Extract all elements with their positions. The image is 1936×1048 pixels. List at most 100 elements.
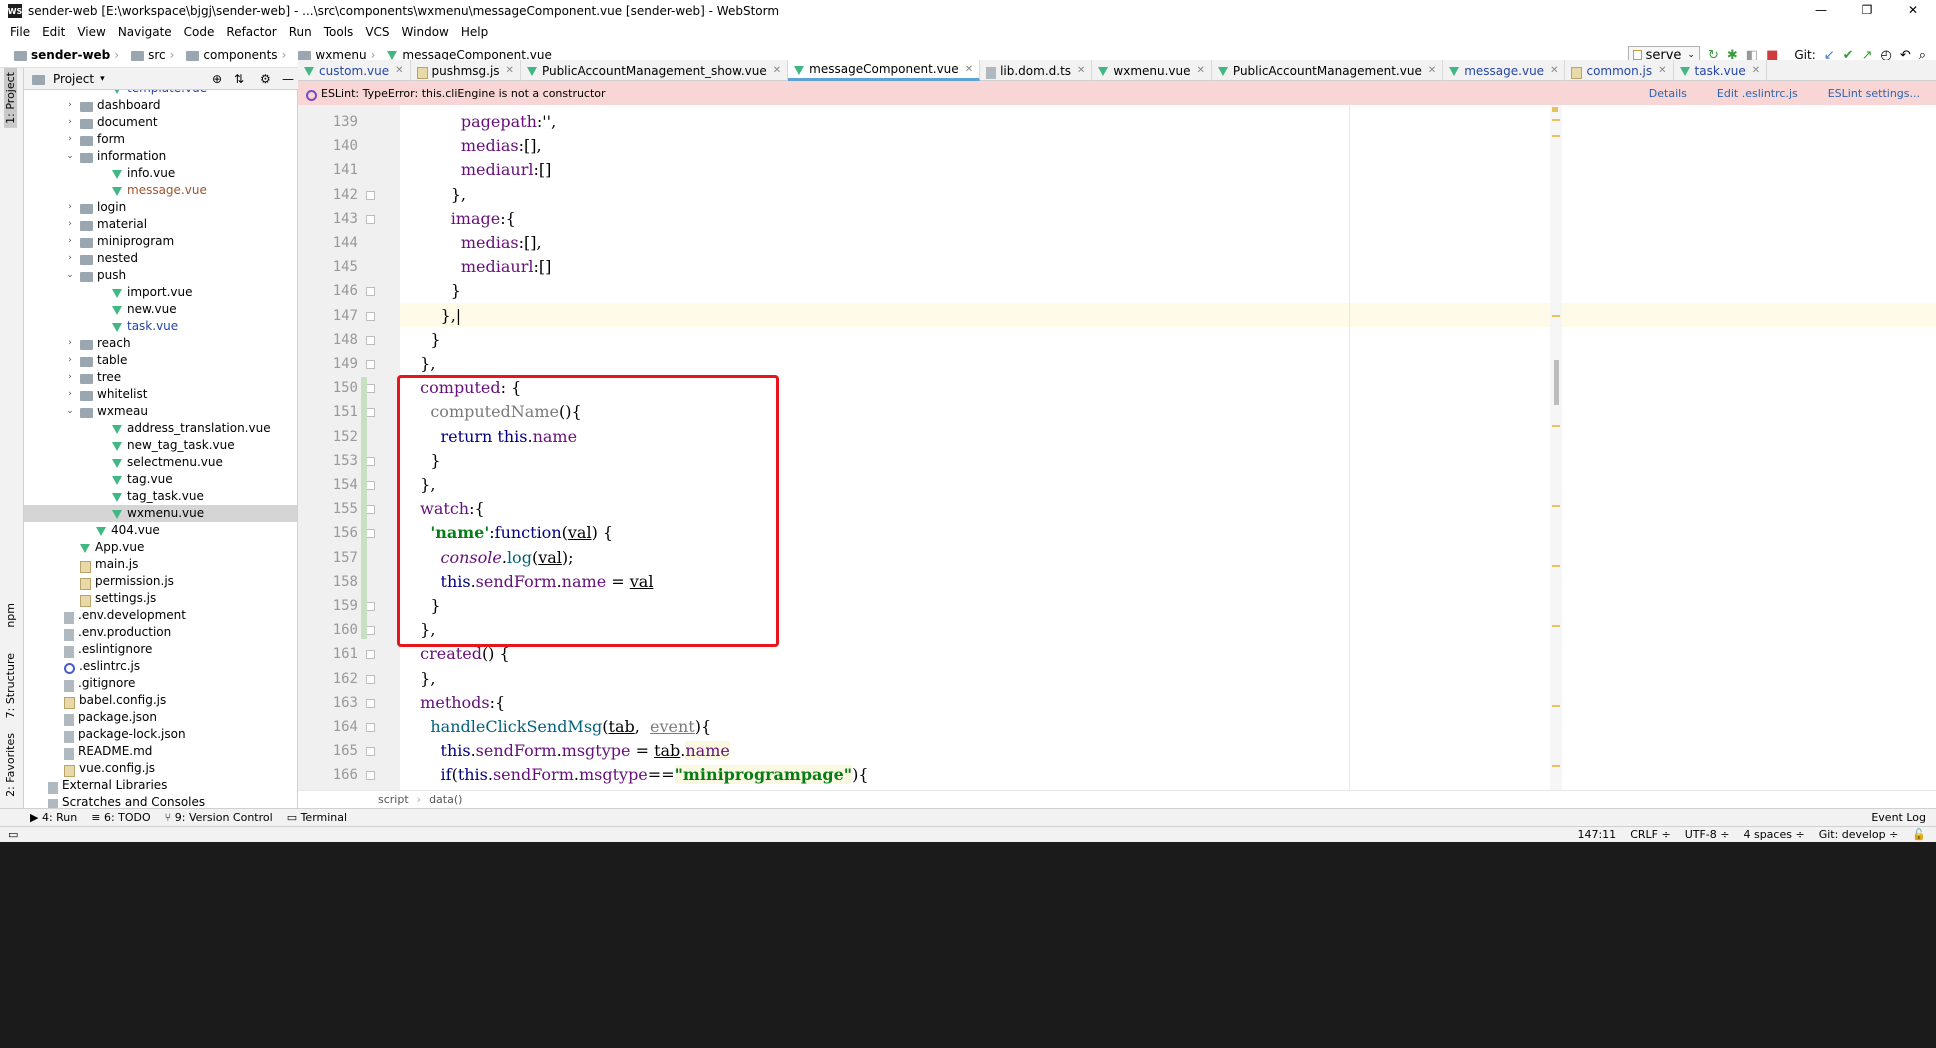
tree-file[interactable]: message.vue — [24, 182, 297, 199]
tree-folder[interactable]: › document — [24, 114, 297, 131]
close-tab-icon[interactable]: ✕ — [965, 64, 973, 75]
favorites-tool-tab[interactable]: 2: Favorites — [4, 733, 17, 797]
line-number[interactable]: 166 — [298, 763, 358, 787]
tree-file[interactable]: tag.vue — [24, 471, 297, 488]
git-branch[interactable]: Git: develop ÷ — [1819, 828, 1899, 841]
fold-marker-icon[interactable] — [366, 311, 375, 321]
fold-marker-icon[interactable] — [366, 650, 375, 660]
vcs-change-marker[interactable] — [361, 377, 367, 639]
tree-file[interactable]: template.vue — [24, 90, 297, 97]
tree-folder[interactable]: › form — [24, 131, 297, 148]
chevron-right-icon[interactable]: › — [64, 335, 76, 352]
chevron-right-icon[interactable]: › — [64, 369, 76, 386]
menu-tools[interactable]: Tools — [324, 25, 354, 39]
line-number[interactable]: 160 — [298, 618, 358, 642]
menu-vcs[interactable]: VCS — [365, 25, 389, 39]
tree-folder[interactable]: ⌄ push — [24, 267, 297, 284]
fold-marker-icon[interactable] — [366, 214, 375, 224]
tree-folder[interactable]: › material — [24, 216, 297, 233]
chevron-right-icon[interactable]: › — [64, 216, 76, 233]
menu-view[interactable]: View — [77, 25, 105, 39]
code-line[interactable]: medias:[], — [410, 231, 542, 255]
fold-marker-icon[interactable] — [366, 674, 375, 684]
editor-tab[interactable]: messageComponent.vue ✕ — [788, 60, 981, 81]
tree-file[interactable]: .eslintrc.js — [24, 658, 297, 675]
marker[interactable] — [1552, 119, 1560, 121]
version-control-tool-tab[interactable]: ⑂ 9: Version Control — [165, 811, 273, 824]
line-number[interactable]: 157 — [298, 546, 358, 570]
fold-marker-icon[interactable] — [366, 456, 375, 466]
chevron-right-icon[interactable]: › — [64, 250, 76, 267]
chevron-right-icon[interactable]: › — [64, 97, 76, 114]
tree-file[interactable]: task.vue — [24, 318, 297, 335]
chevron-right-icon[interactable]: › — [64, 386, 76, 403]
fold-marker-icon[interactable] — [366, 481, 375, 490]
close-tab-icon[interactable]: ✕ — [395, 65, 403, 76]
chevron-right-icon[interactable]: › — [64, 114, 76, 131]
fold-marker-icon[interactable] — [366, 190, 375, 200]
line-number[interactable]: 162 — [298, 667, 358, 691]
line-number[interactable]: 139 — [298, 110, 358, 134]
tree-file[interactable]: tag_task.vue — [24, 488, 297, 505]
tree-file[interactable]: address_translation.vue — [24, 420, 297, 437]
tree-file[interactable]: External Libraries — [24, 777, 297, 794]
close-tab-icon[interactable]: ✕ — [1550, 65, 1558, 76]
tree-file[interactable]: new_tag_task.vue — [24, 437, 297, 454]
line-number[interactable]: 150 — [298, 376, 358, 400]
tree-folder[interactable]: › nested — [24, 250, 297, 267]
tree-folder[interactable]: › whitelist — [24, 386, 297, 403]
chevron-right-icon[interactable]: › — [64, 233, 76, 250]
code-line[interactable]: }, — [410, 183, 466, 207]
code-crumb-data[interactable]: data() — [429, 793, 462, 806]
fold-marker-icon[interactable] — [366, 602, 375, 611]
tree-folder[interactable]: › login — [24, 199, 297, 216]
toggle-tool-windows-icon[interactable]: ▭ — [8, 828, 18, 841]
fold-marker-icon[interactable] — [366, 335, 375, 345]
tree-file[interactable]: 404.vue — [24, 522, 297, 539]
tree-file[interactable]: selectmenu.vue — [24, 454, 297, 471]
fold-marker-icon[interactable] — [366, 626, 375, 636]
tree-file[interactable]: main.js — [24, 556, 297, 573]
npm-tool-tab[interactable]: npm — [4, 603, 17, 628]
line-number[interactable]: 144 — [298, 231, 358, 255]
chevron-down-icon[interactable]: ⌄ — [64, 267, 76, 284]
code-line[interactable]: handleClickSendMsg(tab, event){ — [410, 715, 711, 739]
fold-marker-icon[interactable] — [366, 408, 375, 418]
tree-folder[interactable]: › dashboard — [24, 97, 297, 114]
line-number[interactable]: 158 — [298, 570, 358, 594]
restore-button[interactable]: ❐ — [1844, 0, 1890, 22]
eslint-edit-link[interactable]: Edit .eslintrc.js — [1717, 87, 1798, 100]
code-line[interactable]: },| — [410, 304, 462, 328]
marker[interactable] — [1552, 135, 1560, 137]
tree-file[interactable]: vue.config.js — [24, 760, 297, 777]
editor-tab[interactable]: lib.dom.d.ts ✕ — [980, 60, 1093, 81]
menu-run[interactable]: Run — [289, 25, 312, 39]
line-number[interactable]: 163 — [298, 691, 358, 715]
editor-tab[interactable]: custom.vue ✕ — [298, 60, 411, 81]
tree-folder[interactable]: ⌄ information — [24, 148, 297, 165]
breadcrumb-item[interactable]: src › — [131, 48, 178, 62]
menu-help[interactable]: Help — [461, 25, 488, 39]
minimize-button[interactable]: — — [1798, 0, 1844, 22]
editor-tab[interactable]: PublicAccountManagement.vue ✕ — [1212, 60, 1444, 81]
code-line[interactable]: methods:{ — [410, 691, 505, 715]
eslint-details-link[interactable]: Details — [1649, 87, 1687, 100]
line-number[interactable]: 141 — [298, 158, 358, 182]
fold-marker-icon[interactable] — [366, 747, 375, 757]
code-line[interactable]: } — [410, 279, 461, 303]
structure-tool-tab[interactable]: 7: Structure — [4, 653, 17, 718]
tree-file[interactable]: .env.development — [24, 607, 297, 624]
line-number[interactable]: 146 — [298, 279, 358, 303]
fold-marker-icon[interactable] — [366, 360, 375, 369]
chevron-down-icon[interactable]: ▾ — [100, 74, 105, 84]
indent-setting[interactable]: 4 spaces ÷ — [1743, 828, 1804, 841]
close-button[interactable]: ✕ — [1890, 0, 1936, 22]
tree-folder[interactable]: › reach — [24, 335, 297, 352]
tree-file[interactable]: info.vue — [24, 165, 297, 182]
gear-icon[interactable]: ⚙ — [260, 72, 271, 86]
fold-marker-icon[interactable] — [366, 529, 375, 539]
tree-file[interactable]: .gitignore — [24, 675, 297, 692]
tree-file[interactable]: import.vue — [24, 284, 297, 301]
code-line[interactable]: this.sendForm.msgtype = tab.name — [410, 739, 730, 763]
close-tab-icon[interactable]: ✕ — [506, 65, 514, 76]
